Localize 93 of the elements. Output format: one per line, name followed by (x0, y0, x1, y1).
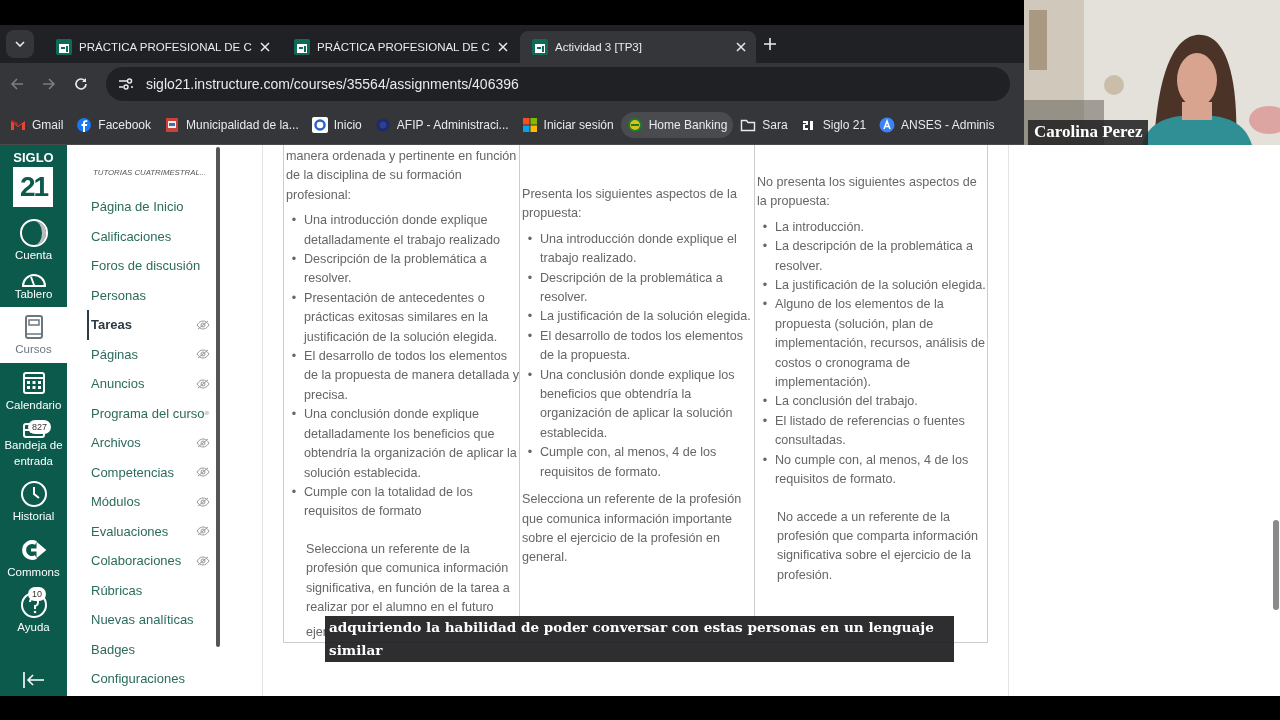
bookmark[interactable]: Inicio (305, 111, 368, 138)
bookmark-coin-icon (626, 116, 643, 133)
bookmark-circle-a-icon (879, 116, 896, 133)
criterion-item: • No cumple con, al menos, 4 de los requisitos de formato. (761, 451, 970, 489)
global-nav-item[interactable]: Calendario (0, 362, 67, 419)
bookmark-seal-icon (374, 116, 391, 133)
gauge-icon (21, 273, 46, 287)
bookmark[interactable]: ANSES - Adminis (873, 111, 1001, 138)
rubric-text: No presenta los siguientes aspectos de la propuesta: (757, 174, 978, 211)
browser-tab[interactable]: PRÁCTICA PROFESIONAL DE C (282, 31, 518, 63)
criterion-item: • Descripción de la problemática a resolver. (526, 269, 724, 307)
bookmark[interactable]: Municipalidad de la... (158, 111, 305, 138)
criterion-item: • La introducción. (761, 218, 865, 236)
course-nav-link[interactable]: Anuncios (91, 369, 220, 399)
clock-icon (18, 479, 49, 510)
criterion-item: • Una introducción donde explique el trabajo realizado. (526, 230, 738, 268)
back-icon[interactable] (10, 77, 24, 91)
criterion-item: • Cumple con la totalidad de los requisitos de formato (290, 483, 474, 521)
criterion-item: • El listado de referencias o fuentes consultadas. (761, 412, 966, 450)
course-nav-link[interactable]: Foros de discusión (91, 251, 220, 281)
criterion-item: • La justificación de la solución elegida. (526, 308, 752, 326)
close-icon[interactable] (260, 42, 270, 52)
close-icon[interactable] (736, 42, 746, 52)
subtitle-caption: adquiriendo la habilidad de poder conversar con estas personas en un lenguaje similar (325, 616, 954, 662)
course-nav-link[interactable]: Archivos (91, 428, 220, 458)
count-badge: 10 (28, 587, 46, 602)
global-nav-item[interactable]: Cuenta (0, 213, 67, 269)
bookmark[interactable]: Sara (734, 111, 794, 138)
course-nav-link[interactable]: Competencias (91, 457, 220, 487)
close-icon[interactable] (498, 42, 508, 52)
rubric-text: manera ordenada y pertinente en función de la disciplina de su formación profesional: (286, 148, 517, 204)
bookmark[interactable]: Gmail (4, 111, 70, 138)
bookmark[interactable]: Iniciar sesión (515, 111, 620, 138)
global-nav-item[interactable]: Commons (0, 529, 67, 586)
bookmark-crest-icon (164, 116, 181, 133)
siglo-favicon-icon (294, 39, 310, 55)
course-nav-link[interactable]: Página de Inicio (91, 192, 220, 222)
course-nav-link[interactable]: Páginas (91, 339, 220, 369)
course-nav-link[interactable]: Configuraciones (91, 664, 220, 694)
course-nav-link[interactable]: Badges (91, 634, 220, 664)
criterion-item: • Una introducción donde explique detalladamente el trabajo realizado (290, 212, 502, 249)
course-nav-link[interactable]: Evaluaciones (91, 516, 220, 546)
logo-text: SIGLO (13, 150, 54, 165)
global-nav-item[interactable]: 10 Ayuda (0, 585, 67, 641)
criterion-item: • El desarrollo de todos los elementos de la propuesta. (526, 327, 744, 365)
global-nav-item[interactable]: 827 Bandeja de entrada (0, 418, 67, 475)
course-nav-link[interactable]: Calificaciones (91, 221, 220, 251)
criterion-item: • La conclusión del trabajo. (761, 393, 919, 411)
siglo-favicon-icon (56, 39, 72, 55)
bookmark[interactable]: Facebook (70, 111, 158, 138)
browser-tab[interactable]: Actividad 3 [TP3] (520, 31, 756, 63)
forward-icon[interactable] (42, 77, 56, 91)
collapse-icon[interactable] (22, 672, 45, 688)
address-bar[interactable]: siglo21.instructure.com/courses/35564/assignments/406396 (106, 67, 1010, 101)
participant-name: Carolina Perez (1028, 120, 1149, 145)
global-nav-item[interactable]: Tablero (0, 268, 67, 308)
criterion-item: • Una conclusión donde explique detalladamente los beneficios que obtendría la organización de aplicar la solución establecida. (290, 406, 518, 482)
global-nav-item[interactable]: Historial (0, 474, 67, 530)
course-nav-link[interactable]: Programa del curso (91, 398, 220, 428)
criterion-item: • La descripción de la problemática a resolver. (761, 238, 975, 275)
bookmark[interactable]: AFIP - Administraci... (368, 111, 515, 138)
site-settings-icon[interactable] (118, 77, 134, 91)
browser-tab[interactable]: PRÁCTICA PROFESIONAL DE C (44, 31, 280, 63)
count-badge: 827 (28, 420, 52, 435)
new-tab-icon[interactable] (764, 38, 776, 50)
rubric-text: Presenta los siguientes aspectos de la propuesta: (522, 186, 738, 223)
chevron-down-icon (15, 41, 25, 47)
tab-search-button[interactable] (6, 30, 34, 58)
bookmark-squares-icon (521, 116, 538, 133)
rubric-text: No accede a un referente de la profesión que comparta información significativa sobre el ejercicio de la profesión. (777, 508, 979, 584)
global-nav-item[interactable]: Cursos (0, 307, 67, 363)
criterion-item: • Presentación de antecedentes o prácticas exitosas similares en la justificación de la solución elegida. (290, 289, 499, 346)
criterion-item: • El desarrollo de todos los elementos de la propuesta de manera detallada y precisa. (290, 348, 519, 404)
avatar-icon (18, 218, 49, 248)
rubric-text: Selecciona un referente de la profesión que comunica información significativa, en función de la tarea a realizar por el alumno en el futuro (306, 540, 511, 616)
course-nav-link[interactable]: Módulos (91, 487, 220, 517)
siglo-favicon-icon (532, 39, 548, 55)
bookmark-ring-icon (311, 116, 328, 133)
criterion-item: • Descripción de la problemática a resolver. (290, 251, 488, 288)
course-nav-link[interactable]: Rúbricas (91, 575, 220, 605)
course-nav-link[interactable]: Personas (91, 280, 220, 310)
course-nav-link[interactable]: Nuevas analíticas (91, 605, 220, 635)
course-nav-link[interactable]: Colaboraciones (91, 546, 220, 576)
criterion-item: • Cumple con, al menos, 4 de los requisitos de formato. (526, 444, 718, 481)
criterion-item: • La justificación de la solución elegida. (761, 277, 987, 295)
criterion-item: • Una conclusión donde explique los beneficios que obtendría la organización de aplicar la solución establecida. (526, 366, 736, 442)
rubric-text: Selecciona un referente de la profesión que comunica información importante sobre el ejercicio de la profesión en general. (522, 491, 743, 567)
criterion-item: • Alguno de los elementos de la propuesta (solución, plan de implementación, recursos, análisis de costos o cronograma de implementación). (761, 296, 986, 392)
bookmark[interactable]: Siglo 21 (794, 111, 873, 138)
reload-icon[interactable] (74, 77, 88, 91)
bookmark[interactable]: Home Banking (620, 111, 734, 138)
bookmark-circle-f-icon (76, 116, 93, 133)
logo-mark[interactable]: 21 (13, 167, 54, 207)
